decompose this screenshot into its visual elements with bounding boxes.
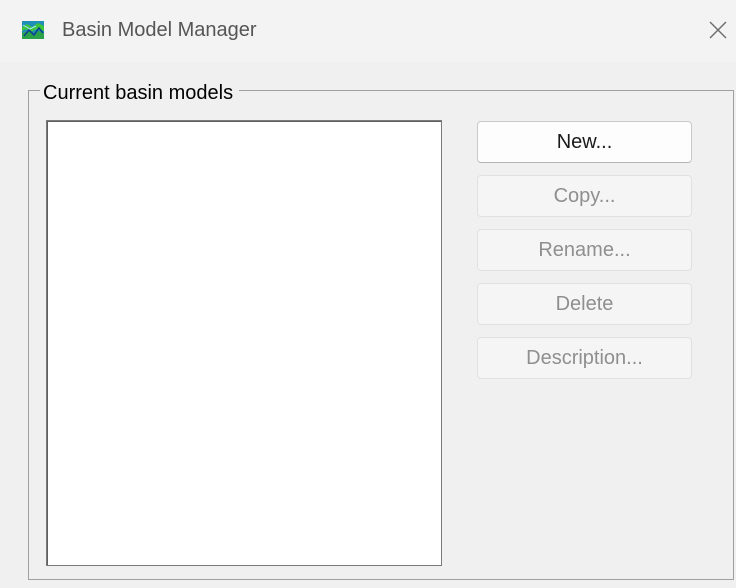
title-bar[interactable]: Basin Model Manager (0, 0, 736, 62)
window-title: Basin Model Manager (62, 19, 257, 41)
close-icon[interactable] (706, 18, 730, 42)
copy-button[interactable]: Copy... (477, 175, 692, 217)
delete-button[interactable]: Delete (477, 283, 692, 325)
group-label: Current basin models (40, 80, 240, 106)
basin-model-manager-dialog: Basin Model Manager Current basin models… (0, 0, 736, 588)
new-button[interactable]: New... (477, 121, 692, 163)
description-button[interactable]: Description... (477, 337, 692, 379)
basin-map-icon (22, 21, 44, 39)
basin-models-list[interactable] (46, 120, 442, 566)
rename-button[interactable]: Rename... (477, 229, 692, 271)
